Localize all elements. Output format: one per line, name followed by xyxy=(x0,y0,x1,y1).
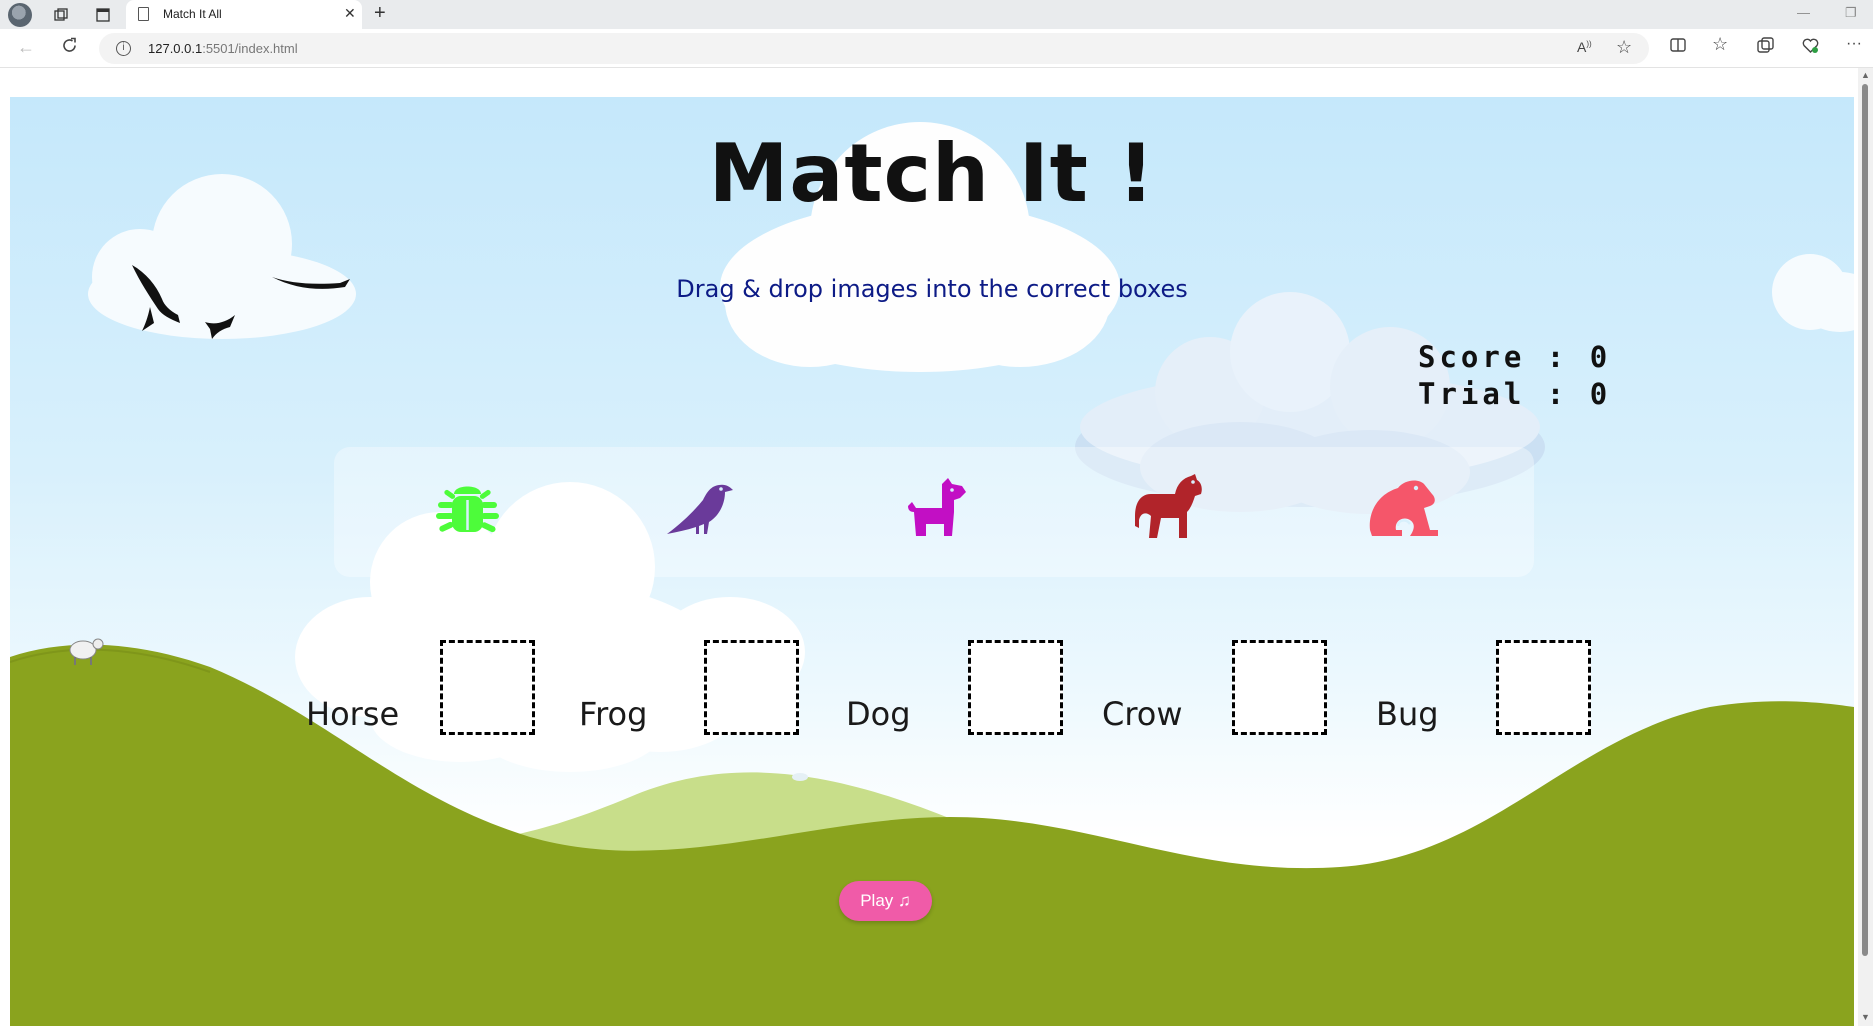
url-text: 127.0.0.1:5501/index.html xyxy=(148,41,298,56)
game-area: Match It ! Drag & drop images into the c… xyxy=(10,97,1854,1026)
target-label-frog: Frog xyxy=(579,695,648,733)
drop-box-frog[interactable] xyxy=(704,640,799,735)
browser-tab[interactable]: Match It All ✕ xyxy=(126,0,362,29)
drop-box-horse[interactable] xyxy=(440,640,535,735)
target-label-dog: Dog xyxy=(846,695,911,733)
target-label-crow: Crow xyxy=(1102,695,1183,733)
bug-icon[interactable] xyxy=(430,472,505,547)
read-aloud-icon[interactable]: A)) xyxy=(1577,39,1592,55)
site-info-icon[interactable]: i xyxy=(116,41,131,56)
back-arrow-icon[interactable]: ← xyxy=(17,37,35,58)
profile-avatar[interactable] xyxy=(8,3,32,27)
reload-icon[interactable] xyxy=(61,37,78,59)
minimize-button[interactable]: — xyxy=(1797,5,1810,20)
restore-button[interactable]: ❐ xyxy=(1845,5,1857,21)
favorite-star-icon[interactable]: ☆ xyxy=(1616,37,1632,58)
page-title: Match It ! xyxy=(708,127,1156,220)
scrollbar-thumb[interactable] xyxy=(1862,84,1868,956)
target-label-bug: Bug xyxy=(1376,695,1439,733)
trial-value: 0 xyxy=(1589,377,1612,411)
drop-box-crow[interactable] xyxy=(1232,640,1327,735)
play-music-button[interactable]: Play ♫ xyxy=(839,881,932,921)
workspaces-icon[interactable] xyxy=(50,4,72,26)
new-tab-button[interactable]: + xyxy=(374,2,386,25)
address-bar[interactable]: i 127.0.0.1:5501/index.html A)) ☆ xyxy=(99,33,1649,64)
scroll-up-arrow-icon[interactable]: ▲ xyxy=(1861,70,1870,80)
dog-icon[interactable] xyxy=(898,472,973,547)
page-icon xyxy=(138,7,149,21)
score-value: 0 xyxy=(1589,340,1612,374)
scroll-down-arrow-icon[interactable]: ▼ xyxy=(1861,1012,1870,1022)
trial-label: Trial xyxy=(1418,377,1526,411)
scoreboard: Score : 0 Trial : 0 xyxy=(1418,340,1612,411)
favorites-icon[interactable]: ☆ xyxy=(1712,34,1728,55)
drop-box-bug[interactable] xyxy=(1496,640,1591,735)
page-viewport: Match It ! Drag & drop images into the c… xyxy=(0,68,1873,1026)
split-screen-icon[interactable] xyxy=(1670,37,1686,58)
collections-icon[interactable] xyxy=(1757,37,1774,59)
score-label: Score xyxy=(1418,340,1526,374)
more-menu-icon[interactable]: ··· xyxy=(1846,35,1862,53)
horse-icon[interactable] xyxy=(1131,472,1206,547)
target-label-horse: Horse xyxy=(306,695,400,733)
page-scrollbar[interactable]: ▲ ▼ xyxy=(1858,68,1873,1026)
instructions-text: Drag & drop images into the correct boxe… xyxy=(676,275,1188,303)
frog-icon[interactable] xyxy=(1364,472,1439,547)
vertical-tabs-icon[interactable] xyxy=(92,4,114,26)
browser-essentials-icon[interactable] xyxy=(1802,37,1819,59)
browser-toolbar: ← i 127.0.0.1:5501/index.html A)) ☆ ☆ ··… xyxy=(0,29,1873,68)
browser-tab-bar: Match It All ✕ + — ❐ xyxy=(0,0,1873,29)
tab-close-icon[interactable]: ✕ xyxy=(344,5,356,22)
tab-title: Match It All xyxy=(163,7,222,21)
crow-icon[interactable] xyxy=(663,472,738,547)
drop-box-dog[interactable] xyxy=(968,640,1063,735)
